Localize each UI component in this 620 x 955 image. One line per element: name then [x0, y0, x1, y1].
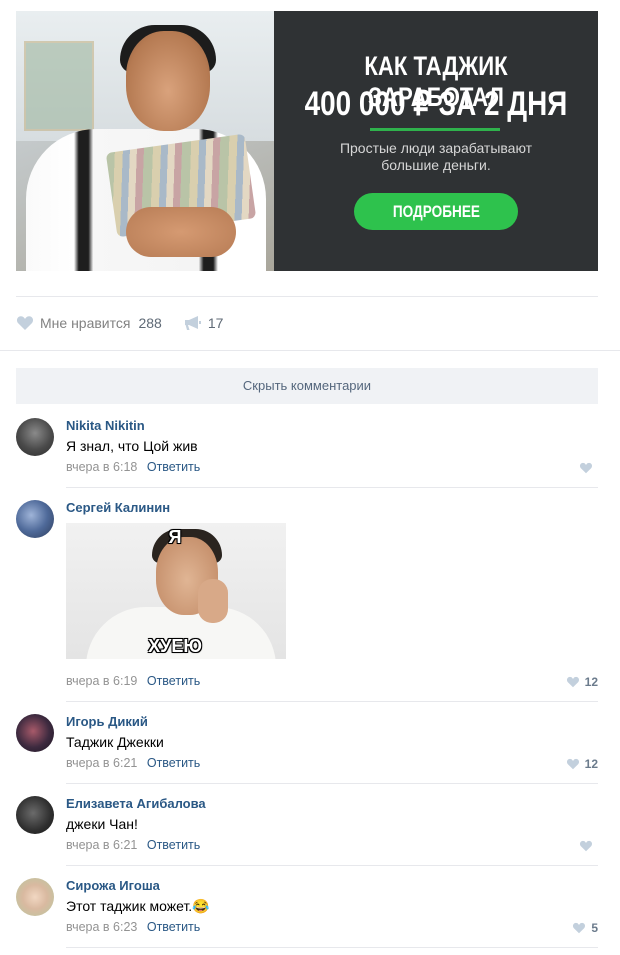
ad-subtitle-line2: большие деньги.	[381, 157, 491, 173]
reply-link[interactable]: Ответить	[147, 838, 200, 852]
comment-text: Я знал, что Цой жив	[66, 438, 198, 454]
ad-banner[interactable]: КАК ТАДЖИК ЗАРАБОТАЛ 400 000 ₽ ЗА 2 ДНЯ …	[16, 11, 598, 271]
comment-like-count: 12	[584, 675, 598, 689]
comment-time[interactable]: вчера в 6:21	[66, 838, 137, 852]
comment: Игорь Дикий Таджик Джекки вчера в 6:21 О…	[16, 714, 598, 784]
avatar[interactable]	[16, 418, 54, 456]
like-label[interactable]: Мне нравится	[40, 315, 130, 331]
megaphone-icon[interactable]	[184, 315, 202, 331]
comment-text: Таджик Джекки	[66, 734, 164, 750]
comment-like[interactable]	[579, 462, 598, 474]
reply-link[interactable]: Ответить	[147, 460, 200, 474]
heart-icon	[573, 922, 586, 934]
comment-meta: вчера в 6:18 Ответить	[66, 460, 200, 474]
heart-icon	[579, 840, 593, 852]
comment-text: джеки Чан!	[66, 816, 138, 832]
avatar[interactable]	[16, 796, 54, 834]
divider	[66, 783, 598, 784]
ad-more-button-label: ПОДРОБНЕЕ	[392, 202, 480, 221]
divider	[66, 947, 598, 948]
ad-photo	[16, 11, 274, 271]
divider	[66, 487, 598, 488]
comment-like-count: 5	[591, 921, 598, 935]
comment: Nikita Nikitin Я знал, что Цой жив вчера…	[16, 418, 598, 488]
comment-author[interactable]: Сирожа Игоша	[66, 878, 160, 893]
ad-subtitle-line1: Простые люди зарабатывают	[339, 140, 533, 156]
reply-link[interactable]: Ответить	[147, 920, 200, 934]
ad-title-line2: 400 000 ₽ ЗА 2 ДНЯ	[304, 85, 568, 123]
comment-time[interactable]: вчера в 6:21	[66, 756, 137, 770]
like-count: 288	[138, 315, 162, 331]
comment-meta: вчера в 6:19 Ответить	[66, 674, 200, 688]
divider	[0, 350, 620, 351]
heart-icon	[566, 758, 579, 770]
avatar[interactable]	[16, 714, 54, 752]
ad-text-panel: КАК ТАДЖИК ЗАРАБОТАЛ 400 000 ₽ ЗА 2 ДНЯ …	[274, 11, 598, 271]
comment-time[interactable]: вчера в 6:19	[66, 674, 137, 688]
reply-link[interactable]: Ответить	[147, 756, 200, 770]
comment-meta: вчера в 6:23 Ответить	[66, 920, 200, 934]
share-count: 17	[207, 315, 224, 331]
comment-time[interactable]: вчера в 6:23	[66, 920, 137, 934]
avatar[interactable]	[16, 878, 54, 916]
divider	[66, 865, 598, 866]
ad-more-button[interactable]: ПОДРОБНЕЕ	[354, 193, 518, 230]
comment-author[interactable]: Елизавета Агибалова	[66, 796, 206, 811]
ad-divider	[370, 128, 500, 131]
meme-caption-top: Я	[168, 527, 182, 547]
comment-author[interactable]: Nikita Nikitin	[66, 418, 145, 433]
comment: Елизавета Агибалова джеки Чан! вчера в 6…	[16, 796, 598, 866]
comment: Сирожа Игоша Этот таджик может.😂 вчера в…	[16, 878, 598, 948]
comment-text: Этот таджик может.😂	[66, 898, 210, 914]
comment: Сергей Калинин Я ХУЕЮ вчера в 6:19 Ответ…	[16, 500, 598, 700]
heart-icon[interactable]	[16, 315, 34, 331]
comment-meta: вчера в 6:21 Ответить	[66, 838, 200, 852]
comment-like[interactable]: 12	[566, 757, 598, 771]
divider	[16, 296, 598, 297]
comment-time[interactable]: вчера в 6:18	[66, 460, 137, 474]
heart-icon	[566, 676, 579, 688]
comment-meta: вчера в 6:21 Ответить	[66, 756, 200, 770]
reply-link[interactable]: Ответить	[147, 674, 200, 688]
comment-like-count: 12	[584, 757, 598, 771]
divider	[66, 701, 598, 702]
meme-caption-bottom: ХУЕЮ	[148, 636, 202, 656]
avatar[interactable]	[16, 500, 54, 538]
post-actions: Мне нравится 288 17	[16, 312, 223, 334]
hide-comments-button[interactable]: Скрыть комментарии	[16, 368, 598, 404]
comment-author[interactable]: Сергей Калинин	[66, 500, 170, 515]
comment-author[interactable]: Игорь Дикий	[66, 714, 148, 729]
meme-image[interactable]: Я ХУЕЮ	[66, 523, 286, 659]
heart-icon	[579, 462, 593, 474]
comment-like[interactable]	[579, 840, 598, 852]
comment-like[interactable]: 12	[566, 675, 598, 689]
comment-like[interactable]: 5	[572, 921, 598, 935]
